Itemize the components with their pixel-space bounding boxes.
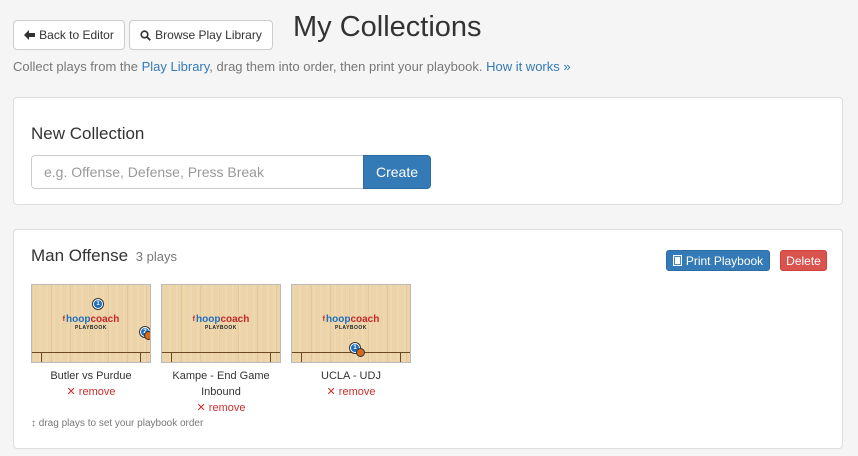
play-thumbnail: fhoopcoach PLAYBOOK 1	[291, 284, 411, 363]
play-name: Kampe - End Game Inbound	[172, 370, 270, 398]
hoopcoach-logo: fhoopcoach	[192, 314, 250, 325]
intro-prefix: Collect plays from the	[13, 59, 142, 74]
collection-panel: Man Offense 3 plays Print Playbook Delet…	[13, 229, 843, 449]
search-icon	[140, 29, 152, 41]
back-to-editor-button[interactable]: Back to Editor	[13, 20, 125, 50]
playbook-wordmark: PLAYBOOK	[205, 325, 237, 331]
play-name: UCLA - UDJ	[321, 370, 381, 382]
hoopcoach-logo: fhoopcoach	[322, 314, 380, 325]
collection-heading: Man Offense 3 plays	[31, 246, 177, 266]
drag-hint: ↕ drag plays to set your playbook order	[31, 418, 204, 429]
play-card[interactable]: fhoopcoach PLAYBOOK 1 UCLA - UDJ ✕ remov…	[291, 284, 411, 400]
create-button[interactable]: Create	[363, 155, 431, 189]
play-card[interactable]: fhoopcoach PLAYBOOK 1 2 Butler vs Purdue…	[31, 284, 151, 400]
arrow-left-icon	[24, 30, 36, 40]
playbook-wordmark: PLAYBOOK	[75, 325, 107, 331]
remove-play-link[interactable]: ✕ remove	[31, 384, 151, 400]
print-playbook-button[interactable]: Print Playbook	[666, 250, 770, 271]
how-it-works-link[interactable]: How it works »	[486, 59, 571, 74]
new-collection-panel: New Collection Create	[13, 97, 843, 205]
play-card[interactable]: fhoopcoach PLAYBOOK Kampe - End Game Inb…	[161, 284, 281, 416]
browse-play-library-label: Browse Play Library	[155, 28, 262, 42]
print-playbook-label: Print Playbook	[685, 253, 764, 268]
play-name: Butler vs Purdue	[50, 370, 132, 382]
back-to-editor-label: Back to Editor	[39, 28, 114, 42]
ball-marker	[144, 331, 150, 340]
play-thumbnail: fhoopcoach PLAYBOOK	[161, 284, 281, 363]
book-icon	[672, 255, 682, 266]
page-title: My Collections	[293, 11, 482, 43]
browse-play-library-button[interactable]: Browse Play Library	[129, 20, 273, 50]
hoopcoach-logo: fhoopcoach	[62, 314, 120, 325]
play-count: 3 plays	[135, 249, 177, 264]
remove-play-link[interactable]: ✕ remove	[291, 384, 411, 400]
collection-name-input[interactable]	[31, 155, 364, 189]
remove-play-link[interactable]: ✕ remove	[161, 400, 281, 416]
player-marker: 1	[93, 299, 103, 309]
playbook-wordmark: PLAYBOOK	[335, 325, 367, 331]
play-thumbnail: fhoopcoach PLAYBOOK 1 2	[31, 284, 151, 363]
play-library-link[interactable]: Play Library	[142, 59, 210, 74]
intro-text: Collect plays from the Play Library, dra…	[13, 59, 571, 74]
delete-collection-button[interactable]: Delete	[780, 250, 827, 271]
collection-name: Man Offense	[31, 246, 129, 265]
ball-marker	[356, 348, 365, 357]
intro-middle: , drag them into order, then print your …	[209, 59, 487, 74]
new-collection-title: New Collection	[31, 124, 145, 143]
